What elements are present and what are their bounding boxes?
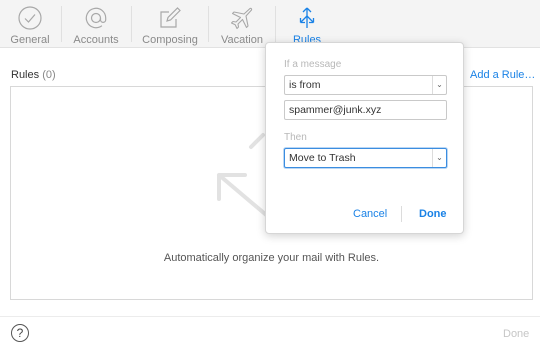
new-rule-popover: If a message is from ⌄ spammer@junk.xyz … <box>265 42 464 234</box>
preferences-toolbar: General Accounts Composing Vacation Rule… <box>0 0 540 48</box>
tab-accounts[interactable]: Accounts <box>68 0 124 48</box>
action-select-value: Move to Trash <box>289 152 356 164</box>
if-message-label: If a message <box>284 59 342 70</box>
rules-count: (0) <box>42 69 56 81</box>
tab-vacation[interactable]: Vacation <box>216 0 268 48</box>
toolbar-divider <box>208 6 209 42</box>
toolbar-divider <box>131 6 132 42</box>
airplane-icon <box>230 7 253 30</box>
action-select[interactable]: Move to Trash ⌄ <box>284 148 447 168</box>
footer-done-button[interactable]: Done <box>503 328 529 340</box>
then-label: Then <box>284 132 307 143</box>
chevron-down-icon: ⌄ <box>432 76 446 94</box>
done-button[interactable]: Done <box>419 208 447 220</box>
add-rule-link[interactable]: Add a Rule… <box>470 69 535 81</box>
tab-general[interactable]: General <box>6 0 54 48</box>
help-button[interactable]: ? <box>11 324 29 342</box>
condition-select[interactable]: is from ⌄ <box>284 75 447 95</box>
toolbar-divider <box>61 6 62 42</box>
tab-vacation-label: Vacation <box>221 34 263 46</box>
rules-heading: Rules (0) <box>11 69 56 81</box>
cancel-button[interactable]: Cancel <box>353 208 387 220</box>
tab-composing-label: Composing <box>142 34 198 46</box>
checkmark-circle-icon <box>18 6 42 30</box>
rules-arrows-icon <box>299 7 315 28</box>
sender-address-field[interactable]: spammer@junk.xyz <box>284 100 447 120</box>
rules-title: Rules <box>11 69 40 81</box>
tab-general-label: General <box>10 34 50 46</box>
sender-address-value: spammer@junk.xyz <box>289 104 382 116</box>
rules-empty-message: Automatically organize your mail with Ru… <box>163 252 380 264</box>
tab-rules[interactable]: Rules <box>282 0 332 48</box>
at-sign-icon <box>85 7 107 29</box>
condition-select-value: is from <box>289 79 321 91</box>
footer-divider <box>0 316 540 317</box>
tab-accounts-label: Accounts <box>73 34 119 46</box>
toolbar-divider <box>275 6 276 42</box>
compose-icon <box>160 7 181 28</box>
chevron-down-icon: ⌄ <box>432 149 446 167</box>
popover-button-divider <box>401 206 402 222</box>
tab-composing[interactable]: Composing <box>138 0 202 48</box>
